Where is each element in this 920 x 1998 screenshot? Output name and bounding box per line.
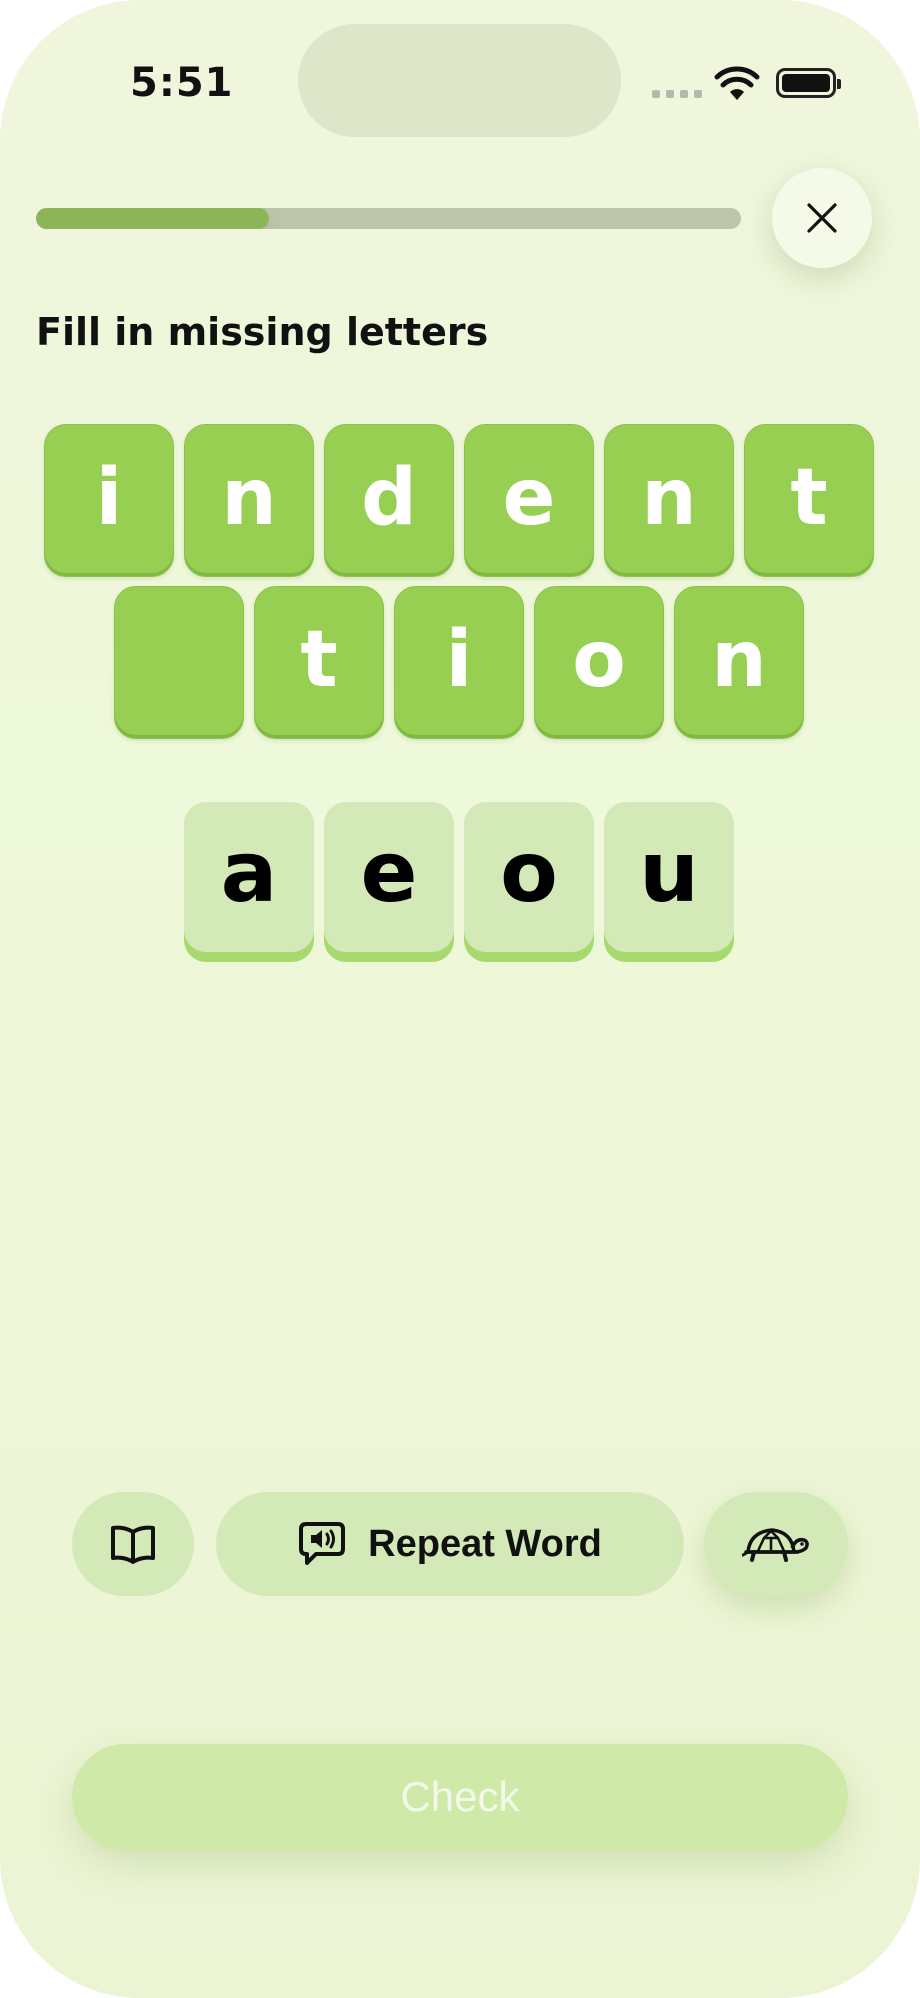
check-button[interactable]: Check bbox=[72, 1744, 848, 1850]
word-letter-tile: t bbox=[254, 586, 384, 739]
book-icon bbox=[111, 1525, 155, 1564]
phone-screen: 5:51 Fill in missing letters i n d e n t… bbox=[0, 0, 920, 1998]
word-letter-tile: n bbox=[604, 424, 734, 577]
battery-icon bbox=[776, 68, 841, 98]
word-letter-tile: e bbox=[464, 424, 594, 577]
progress-fill bbox=[36, 208, 269, 229]
word-letter-tile: i bbox=[44, 424, 174, 577]
status-time: 5:51 bbox=[130, 60, 234, 106]
cellular-signal-icon bbox=[652, 90, 702, 98]
slow-speech-button[interactable] bbox=[704, 1492, 848, 1596]
letter-choice-o[interactable]: o bbox=[464, 802, 594, 952]
repeat-word-label: Repeat Word bbox=[368, 1522, 602, 1565]
word-letter-tile: n bbox=[184, 424, 314, 577]
word-letter-tile: i bbox=[394, 586, 524, 739]
instruction-text: Fill in missing letters bbox=[36, 310, 489, 354]
letter-choice-u[interactable]: u bbox=[604, 802, 734, 952]
turtle-icon bbox=[742, 1528, 809, 1562]
word-letter-tile: d bbox=[324, 424, 454, 577]
speech-bubble-speaker-icon bbox=[299, 1522, 346, 1565]
repeat-word-button[interactable]: Repeat Word bbox=[216, 1492, 684, 1596]
word-letter-tile: n bbox=[674, 586, 804, 739]
close-button[interactable] bbox=[772, 168, 872, 268]
dynamic-island bbox=[298, 24, 621, 137]
check-label: Check bbox=[400, 1773, 520, 1820]
word-letter-tile: t bbox=[744, 424, 874, 577]
wifi-icon bbox=[714, 66, 760, 100]
dictionary-button[interactable] bbox=[72, 1492, 194, 1596]
word-letter-tile: o bbox=[534, 586, 664, 739]
letter-choice-a[interactable]: a bbox=[184, 802, 314, 952]
missing-letter-slot[interactable] bbox=[114, 586, 244, 739]
letter-choice-e[interactable]: e bbox=[324, 802, 454, 952]
close-icon bbox=[807, 203, 837, 233]
lesson-progress-bar bbox=[36, 208, 741, 229]
